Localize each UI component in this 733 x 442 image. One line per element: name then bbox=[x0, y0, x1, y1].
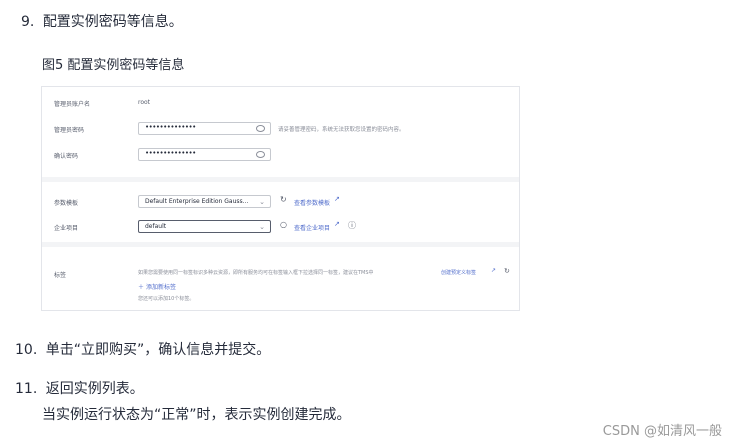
view-enterprise-project-link[interactable]: 查看企业项目 bbox=[294, 223, 330, 232]
add-tag-label: 添加新标签 bbox=[145, 284, 176, 291]
refresh-icon[interactable]: ↻ bbox=[504, 267, 510, 275]
step-11-detail: 当实例运行状态为“正常”时，表示实例创建完成。 bbox=[42, 407, 351, 423]
create-predefined-tag-link[interactable]: 创建预定义标签 bbox=[441, 269, 476, 276]
admin-account-value: root bbox=[138, 99, 151, 106]
enterprise-project-select[interactable]: default ⌄ bbox=[138, 220, 271, 233]
admin-password-hint: 请妥善管理密码，系统无法获取您设置的密码内容。 bbox=[278, 127, 405, 133]
refresh-icon[interactable]: ↻ bbox=[280, 195, 287, 204]
step-text: 单击“立即购买”，确认信息并提交。 bbox=[45, 342, 271, 358]
step-11: 11. 返回实例列表。 bbox=[15, 378, 144, 398]
select-value: Default Enterprise Edition Gauss... bbox=[145, 198, 249, 205]
eye-icon[interactable] bbox=[256, 151, 265, 158]
admin-password-input[interactable]: •••••••••••••• bbox=[138, 122, 271, 135]
step-text: 返回实例列表。 bbox=[45, 381, 144, 397]
password-mask: •••••••••••••• bbox=[145, 123, 196, 131]
tags-panel: 标签 如果您需要使用同一标签标识多种云资源，即所有服务均可在标签输入框下拉选择同… bbox=[42, 247, 519, 310]
chevron-down-icon: ⌄ bbox=[259, 198, 265, 206]
admin-account-label: 管理员账户名 bbox=[54, 101, 91, 108]
step-number: 10. bbox=[15, 342, 38, 358]
step-9: 9. 配置实例密码等信息。 bbox=[21, 11, 183, 31]
external-link-icon[interactable]: ↗ bbox=[334, 220, 340, 228]
step-10: 10. 单击“立即购买”，确认信息并提交。 bbox=[15, 339, 270, 359]
param-template-label: 参数模板 bbox=[54, 200, 79, 207]
param-template-select[interactable]: Default Enterprise Edition Gauss... ⌄ bbox=[138, 195, 271, 208]
select-value: default bbox=[145, 223, 167, 230]
eye-icon[interactable] bbox=[256, 125, 265, 132]
tags-remaining: 您还可以添加10个标签。 bbox=[138, 296, 195, 302]
add-tag-button[interactable]: ＋ 添加新标签 bbox=[138, 282, 176, 291]
step-number: 9. bbox=[21, 14, 35, 30]
step-text: 配置实例密码等信息。 bbox=[42, 14, 183, 30]
watermark: CSDN @如清风一般 bbox=[602, 424, 722, 439]
figure-caption: 图5 配置实例密码等信息 bbox=[42, 58, 185, 73]
tags-label: 标签 bbox=[54, 272, 67, 279]
plus-icon: ＋ bbox=[138, 284, 145, 291]
confirm-password-input[interactable]: •••••••••••••• bbox=[138, 148, 271, 161]
help-icon[interactable]: ⓘ bbox=[348, 220, 356, 231]
admin-password-label: 管理员密码 bbox=[54, 127, 85, 134]
chevron-down-icon: ⌄ bbox=[259, 223, 265, 231]
refresh-icon[interactable]: ○ bbox=[280, 220, 287, 229]
enterprise-project-label: 企业项目 bbox=[54, 225, 79, 232]
external-link-icon[interactable]: ↗ bbox=[491, 267, 496, 274]
tags-hint: 如果您需要使用同一标签标识多种云资源，即所有服务均可在标签输入框下拉选择同一标签… bbox=[138, 270, 374, 276]
config-panel: 参数模板 Default Enterprise Edition Gauss...… bbox=[42, 182, 519, 242]
form-screenshot: 管理员账户名 root 管理员密码 •••••••••••••• 请妥善管理密码… bbox=[41, 86, 520, 311]
confirm-password-label: 确认密码 bbox=[54, 153, 79, 160]
view-param-template-link[interactable]: 查看参数模板 bbox=[294, 198, 330, 207]
password-mask: •••••••••••••• bbox=[145, 149, 196, 157]
step-number: 11. bbox=[15, 381, 38, 397]
external-link-icon[interactable]: ↗ bbox=[334, 195, 340, 203]
account-panel: 管理员账户名 root 管理员密码 •••••••••••••• 请妥善管理密码… bbox=[42, 87, 519, 177]
